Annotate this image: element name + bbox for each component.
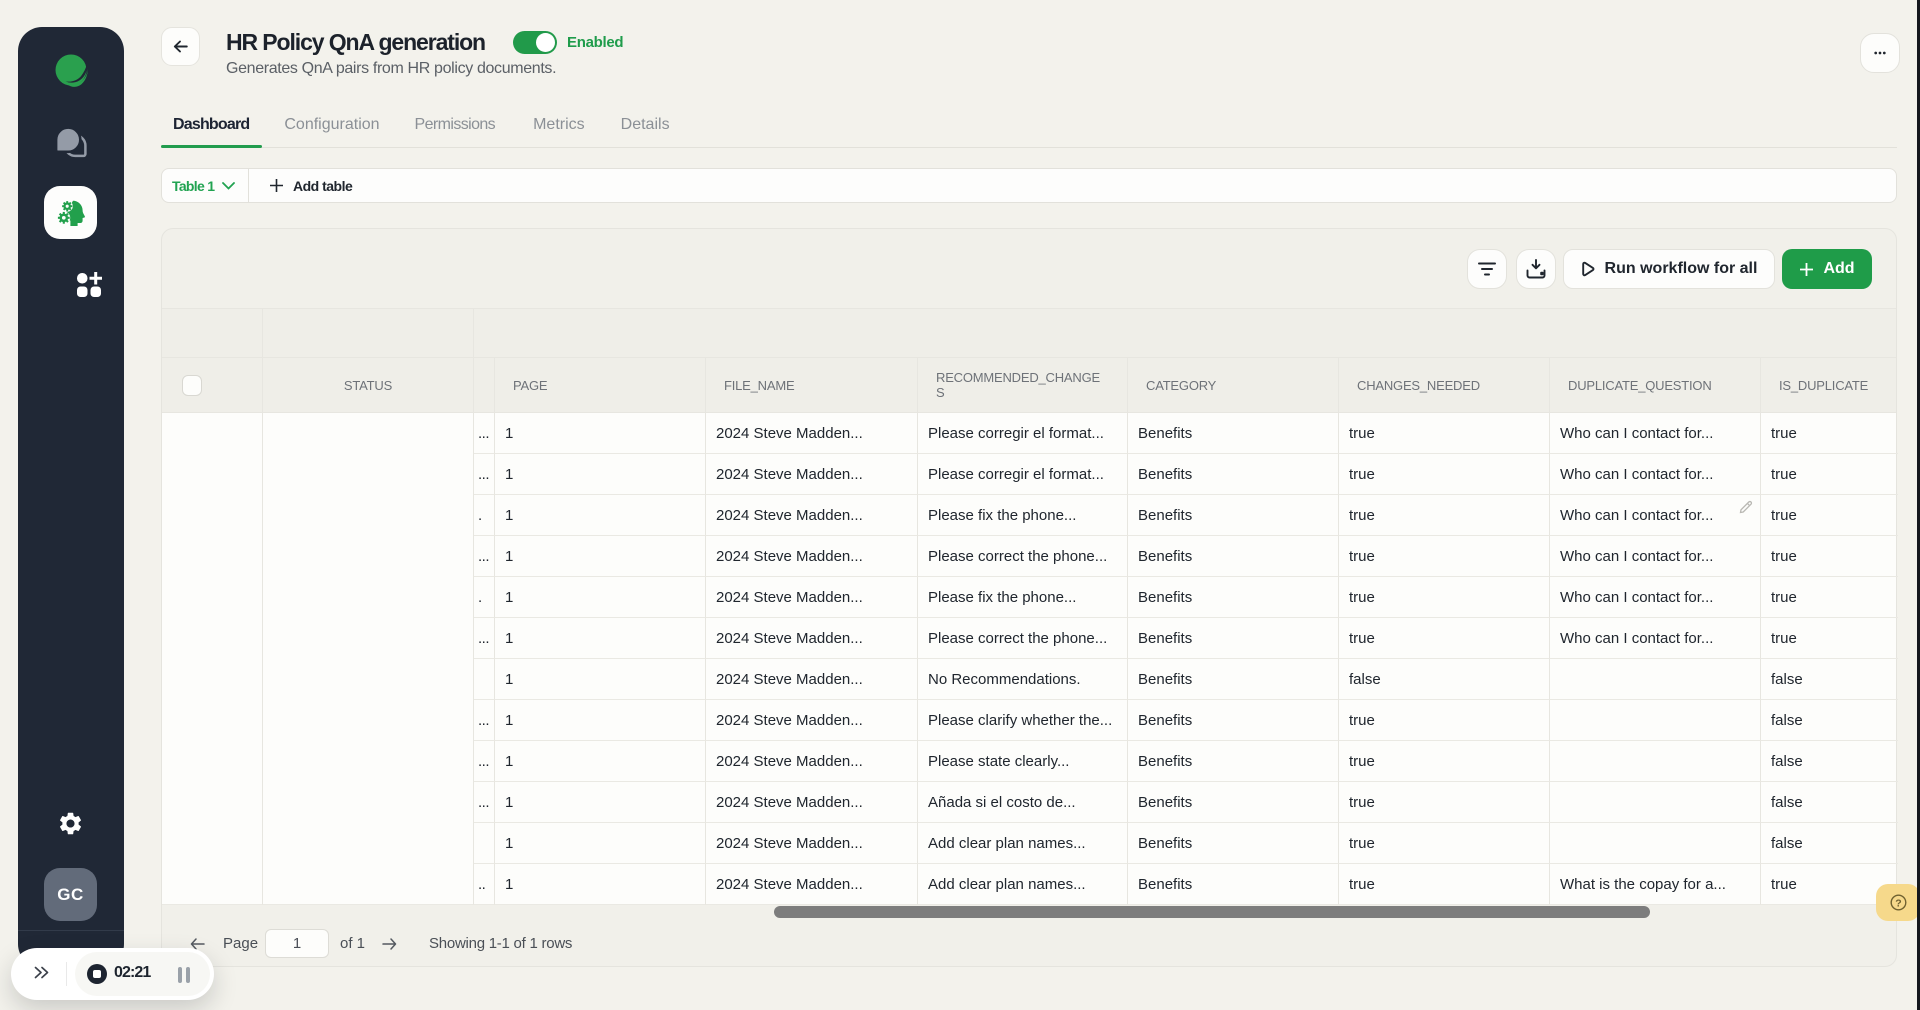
svg-text:?: ?	[1895, 897, 1901, 909]
